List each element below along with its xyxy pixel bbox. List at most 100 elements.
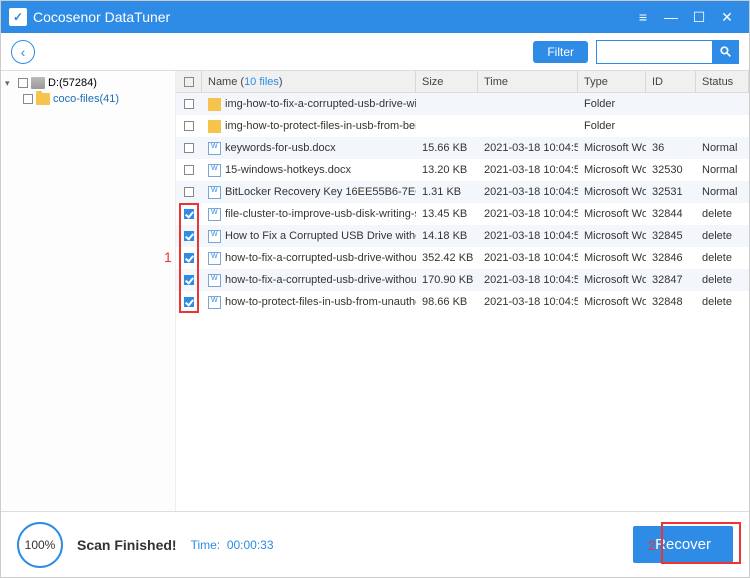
row-time: 2021-03-18 10:04:55 — [478, 181, 578, 203]
minimize-button[interactable]: — — [657, 9, 685, 25]
row-size: 352.42 KB — [416, 247, 478, 269]
tree-checkbox[interactable] — [23, 94, 33, 104]
row-name: file-cluster-to-improve-usb-disk-writing… — [202, 203, 416, 225]
table-row[interactable]: file-cluster-to-improve-usb-disk-writing… — [176, 203, 749, 225]
row-status: delete — [696, 247, 749, 269]
row-type: Folder — [578, 115, 646, 137]
row-time: 2021-03-18 10:04:55 — [478, 159, 578, 181]
table-row[interactable]: keywords-for-usb.docx15.66 KB2021-03-18 … — [176, 137, 749, 159]
row-checkbox[interactable] — [184, 231, 194, 241]
row-id: 32531 — [646, 181, 696, 203]
row-size: 1.31 KB — [416, 181, 478, 203]
row-checkbox-cell[interactable] — [176, 269, 202, 291]
row-status: Normal — [696, 159, 749, 181]
row-checkbox-cell[interactable] — [176, 291, 202, 313]
row-checkbox[interactable] — [184, 253, 194, 263]
content: ▾ D:(57284) coco-files(41) Name ( 10 fil… — [1, 71, 749, 511]
row-name: how-to-fix-a-corrupted-usb-drive-without… — [202, 269, 416, 291]
row-status: delete — [696, 225, 749, 247]
row-checkbox[interactable] — [184, 165, 194, 175]
row-checkbox[interactable] — [184, 275, 194, 285]
row-checkbox[interactable] — [184, 99, 194, 109]
search-button[interactable] — [712, 41, 738, 63]
tree-drive-row[interactable]: ▾ D:(57284) — [1, 75, 175, 91]
row-time: 2021-03-18 10:04:55 — [478, 225, 578, 247]
row-checkbox-cell[interactable] — [176, 115, 202, 137]
table-row[interactable]: img-how-to-protect-files-in-usb-from-bei… — [176, 115, 749, 137]
file-icon — [208, 252, 221, 265]
search-input[interactable] — [597, 41, 712, 63]
row-checkbox-cell[interactable] — [176, 247, 202, 269]
header-time[interactable]: Time — [478, 71, 578, 92]
table-row[interactable]: BitLocker Recovery Key 16EE55B6-7E65-419… — [176, 181, 749, 203]
grid-header: Name ( 10 files ) Size Time Type ID Stat… — [176, 71, 749, 93]
row-name: keywords-for-usb.docx — [202, 137, 416, 159]
menu-icon[interactable]: ≡ — [629, 9, 657, 25]
header-name[interactable]: Name ( 10 files ) — [202, 71, 416, 92]
file-icon — [208, 142, 221, 155]
row-time — [478, 115, 578, 137]
header-status[interactable]: Status — [696, 71, 749, 92]
row-time: 2021-03-18 10:04:55 — [478, 291, 578, 313]
tree-drive-label: D:(57284) — [48, 77, 97, 89]
row-time: 2021-03-18 10:04:55 — [478, 137, 578, 159]
row-checkbox-cell[interactable] — [176, 181, 202, 203]
row-type: Microsoft Wo — [578, 137, 646, 159]
maximize-button[interactable]: ☐ — [685, 9, 713, 26]
row-size — [416, 93, 478, 115]
row-checkbox[interactable] — [184, 297, 194, 307]
row-checkbox-cell[interactable] — [176, 137, 202, 159]
row-time: 2021-03-18 10:04:55 — [478, 247, 578, 269]
table-row[interactable]: how-to-protect-files-in-usb-from-unautho… — [176, 291, 749, 313]
row-name: BitLocker Recovery Key 16EE55B6-7E65-419… — [202, 181, 416, 203]
row-size: 13.45 KB — [416, 203, 478, 225]
file-icon — [208, 186, 221, 199]
titlebar: ✓ Cocosenor DataTuner ≡ — ☐ ✕ — [1, 1, 749, 33]
row-type: Microsoft Wo — [578, 159, 646, 181]
row-checkbox[interactable] — [184, 209, 194, 219]
row-type: Microsoft Wo — [578, 247, 646, 269]
row-id — [646, 93, 696, 115]
recover-button[interactable]: Recover — [633, 526, 733, 563]
row-id: 32846 — [646, 247, 696, 269]
table-row[interactable]: how-to-fix-a-corrupted-usb-drive-without… — [176, 247, 749, 269]
row-size: 15.66 KB — [416, 137, 478, 159]
row-status: delete — [696, 291, 749, 313]
back-button[interactable]: ‹ — [11, 40, 35, 64]
row-checkbox-cell[interactable] — [176, 225, 202, 247]
row-id: 32845 — [646, 225, 696, 247]
tree-checkbox[interactable] — [18, 78, 28, 88]
row-status — [696, 93, 749, 115]
tree-arrow-icon[interactable]: ▾ — [5, 78, 15, 89]
folder-icon — [208, 120, 221, 133]
header-size[interactable]: Size — [416, 71, 478, 92]
footer: 100% Scan Finished! Time: 00:00:33 Recov… — [1, 511, 749, 577]
row-checkbox[interactable] — [184, 143, 194, 153]
row-name: how-to-protect-files-in-usb-from-unautho… — [202, 291, 416, 313]
tree-folder-row[interactable]: coco-files(41) — [1, 91, 175, 107]
filter-button[interactable]: Filter — [533, 41, 588, 63]
row-id: 32530 — [646, 159, 696, 181]
file-icon — [208, 208, 221, 221]
header-id[interactable]: ID — [646, 71, 696, 92]
row-type: Microsoft Wo — [578, 181, 646, 203]
row-status: Normal — [696, 137, 749, 159]
toolbar: ‹ Filter — [1, 33, 749, 71]
row-checkbox-cell[interactable] — [176, 203, 202, 225]
row-checkbox-cell[interactable] — [176, 93, 202, 115]
table-row[interactable]: how-to-fix-a-corrupted-usb-drive-without… — [176, 269, 749, 291]
folder-icon — [36, 93, 50, 105]
search-icon — [719, 45, 732, 58]
table-row[interactable]: img-how-to-fix-a-corrupted-usb-drive-wit… — [176, 93, 749, 115]
table-row[interactable]: 15-windows-hotkeys.docx13.20 KB2021-03-1… — [176, 159, 749, 181]
row-checkbox[interactable] — [184, 187, 194, 197]
row-checkbox[interactable] — [184, 121, 194, 131]
scan-time: Time: 00:00:33 — [191, 538, 274, 552]
close-button[interactable]: ✕ — [713, 9, 741, 26]
header-checkbox-cell[interactable] — [176, 71, 202, 92]
row-checkbox-cell[interactable] — [176, 159, 202, 181]
header-type[interactable]: Type — [578, 71, 646, 92]
file-icon — [208, 296, 221, 309]
row-name: How to Fix a Corrupted USB Drive without… — [202, 225, 416, 247]
table-row[interactable]: How to Fix a Corrupted USB Drive without… — [176, 225, 749, 247]
